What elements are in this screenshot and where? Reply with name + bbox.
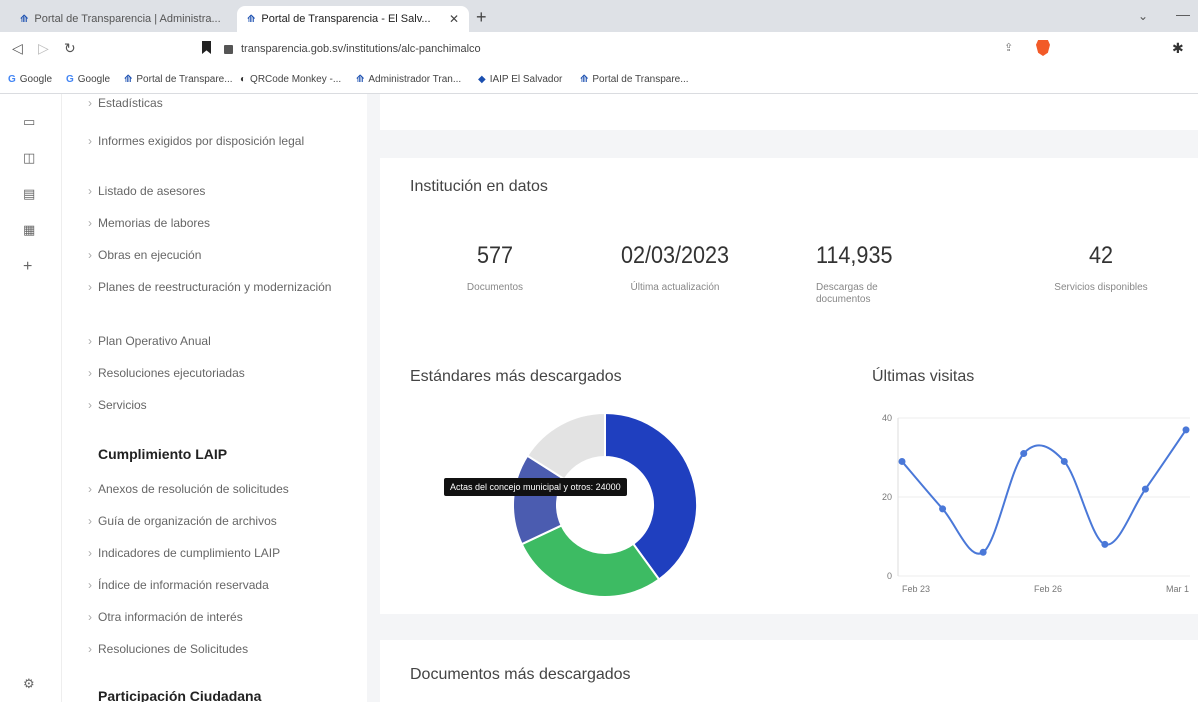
tab-label: Portal de Transparencia - El Salv... [261,13,431,25]
reload-icon[interactable]: ↻ [64,40,76,57]
transparencia-icon: ⟰ [124,74,133,85]
bookmark-item[interactable]: ◆ IAIP El Salvador [478,74,562,85]
browser-tab-active[interactable]: ⟰ Portal de Transparencia - El Salv... ✕ [237,6,469,32]
stat-ultima-actualizacion: 02/03/2023 Última actualización [590,242,760,294]
window-icon[interactable]: ◫ [23,150,35,166]
close-icon[interactable]: ✕ [449,12,459,26]
menu-item[interactable]: Guía de organización de archivos [88,512,353,530]
section-title-participacion: Participación Ciudadana [98,688,262,702]
menu-item[interactable]: Obras en ejecución [88,246,353,264]
menu-item[interactable]: Plan Operativo Anual [88,332,353,350]
x-tick-label: Feb 26 [1034,584,1062,594]
iaip-icon: ◆ [478,74,486,85]
chart-tooltip: Actas del concejo municipal y otros: 240… [444,478,627,496]
bookmark-item[interactable]: G Google [66,74,110,85]
chevron-down-icon[interactable]: ⌄ [1138,9,1148,23]
line-chart[interactable]: 0 20 40 Feb 23 Feb 26 Mar 1 [860,406,1198,598]
x-tick-label: Mar 1 [1166,584,1189,594]
transparencia-icon: ⟰ [356,74,365,85]
documents-card: Documentos más descargados [380,640,1198,702]
bookmark-icon[interactable] [202,41,211,54]
y-tick-label: 40 [882,413,892,423]
menu-item[interactable]: Resoluciones ejecutoriadas [88,364,353,382]
notes-icon[interactable]: ▤ [23,186,35,202]
section-heading: Estándares más descargados [410,368,622,385]
lock-icon [224,44,233,54]
new-tab-button[interactable]: + [476,8,487,26]
x-tick-label: Feb 23 [902,584,930,594]
stat-label: Servicios disponibles [1054,282,1148,293]
transparencia-icon: ⟰ [247,13,256,25]
menu-item[interactable]: Índice de información reservada [88,576,353,594]
stat-label: Última actualización [630,282,720,293]
left-icon-rail: ▭ ◫ ▤ ▦ + ⚙ [0,94,62,702]
browser-tab[interactable]: ⟰ Portal de Transparencia | Administra..… [10,6,235,32]
menu-item[interactable]: Servicios [88,396,353,414]
stat-descargas: 114,935 Descargas de documentos [816,242,956,306]
bookmark-item[interactable]: G Google [8,74,52,85]
transparencia-icon: ⟰ [580,74,589,85]
plus-icon[interactable]: + [23,258,32,276]
stat-label: Descargas de documentos [816,282,878,305]
donut-slice[interactable] [520,524,661,598]
content-card-top [380,94,1198,130]
url-text: transparencia.gob.sv/institutions/alc-pa… [241,43,481,55]
google-icon: G [66,74,74,85]
extensions-icon[interactable]: ✱ [1172,40,1184,57]
bookmarks-bar: G Google G Google ⟰ Portal de Transpare... … [0,66,1198,94]
menu-item[interactable]: Informes exigidos por disposición legal [88,132,353,150]
menu-item[interactable]: Memorias de labores [88,214,353,232]
menu-item[interactable]: Anexos de resolución de solicitudes [88,480,353,498]
settings-icon[interactable]: ⚙ [23,676,35,692]
menu-item[interactable]: Listado de asesores [88,182,353,200]
data-point[interactable] [1020,450,1028,458]
stat-label: Documentos [466,282,524,293]
transparencia-icon: ⟰ [20,13,29,25]
minimize-button[interactable]: — [1176,6,1190,22]
google-icon: G [8,74,16,85]
folder-icon[interactable]: ▭ [23,114,35,130]
data-point[interactable] [1182,426,1190,434]
institution-data-card: Institución en datos 577 Documentos 02/0… [380,158,1198,614]
bookmark-item[interactable]: ⟰ Portal de Transpare... [124,74,233,85]
browser-tab-bar: ⟰ Portal de Transparencia | Administra..… [0,0,1198,32]
data-point[interactable] [979,548,987,556]
qrcode-icon: ◐ [240,74,247,85]
address-bar[interactable]: transparencia.gob.sv/institutions/alc-pa… [224,37,1090,61]
data-point[interactable] [1060,457,1068,465]
menu-item[interactable]: Planes de reestructuración y modernizaci… [88,278,353,296]
menu-item[interactable]: Otra información de interés [88,608,353,626]
stat-value: 114,935 [816,242,893,269]
stat-value: 02/03/2023 [620,242,730,269]
forward-icon[interactable]: ▷ [38,40,49,57]
data-point[interactable] [898,457,906,465]
menu-item[interactable]: Resoluciones de Solicitudes [88,640,353,658]
section-heading: Documentos más descargados [410,666,631,683]
grid-icon[interactable]: ▦ [23,222,35,238]
browser-toolbar: ◁ ▷ ↻ transparencia.gob.sv/institutions/… [0,32,1198,66]
side-menu: Estadísticas Informes exigidos por dispo… [62,94,367,702]
share-icon[interactable]: ⇪ [1004,41,1013,54]
section-title-laip: Cumplimiento LAIP [98,446,228,462]
back-icon[interactable]: ◁ [12,40,23,57]
stat-servicios: 42 Servicios disponibles [1016,242,1186,294]
menu-item[interactable]: Estadísticas [88,94,353,112]
data-point[interactable] [939,505,947,513]
y-tick-label: 0 [887,571,892,581]
menu-item[interactable]: Indicadores de cumplimiento LAIP [88,544,353,562]
data-point[interactable] [1141,485,1149,493]
tab-label: Portal de Transparencia | Administra... [34,13,221,25]
bookmark-item[interactable]: ◐ QRCode Monkey -... [240,74,341,85]
bookmark-item[interactable]: ⟰ Portal de Transpare... [580,74,689,85]
section-heading: Últimas visitas [872,368,975,385]
stat-value: 42 [1088,242,1114,269]
stat-value: 577 [476,242,514,269]
data-point[interactable] [1101,540,1109,548]
y-tick-label: 20 [882,492,892,502]
bookmark-item[interactable]: ⟰ Administrador Tran... [356,74,461,85]
doughnut-chart[interactable] [510,410,700,600]
section-heading: Institución en datos [410,178,548,195]
stat-documentos: 577 Documentos [410,242,580,294]
